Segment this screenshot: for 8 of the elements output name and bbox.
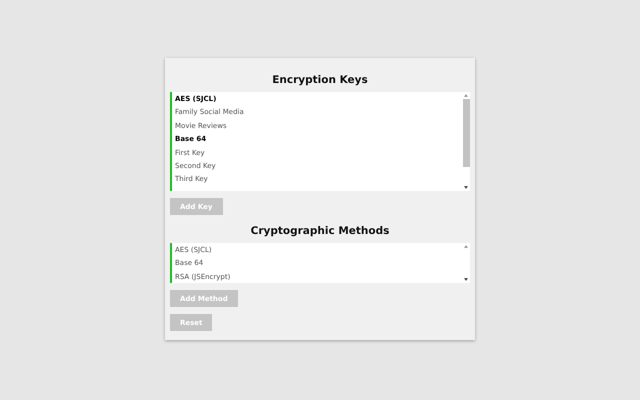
scroll-up-icon[interactable] xyxy=(464,245,468,248)
section-title: Encryption Keys xyxy=(272,74,368,86)
scrollbar[interactable] xyxy=(462,92,470,191)
scroll-down-icon[interactable] xyxy=(464,278,468,281)
scroll-up-icon[interactable] xyxy=(464,94,468,97)
scrollbar[interactable] xyxy=(462,243,470,283)
scroll-down-icon[interactable] xyxy=(464,186,468,189)
section-title: Cryptographic Methods xyxy=(250,225,390,237)
